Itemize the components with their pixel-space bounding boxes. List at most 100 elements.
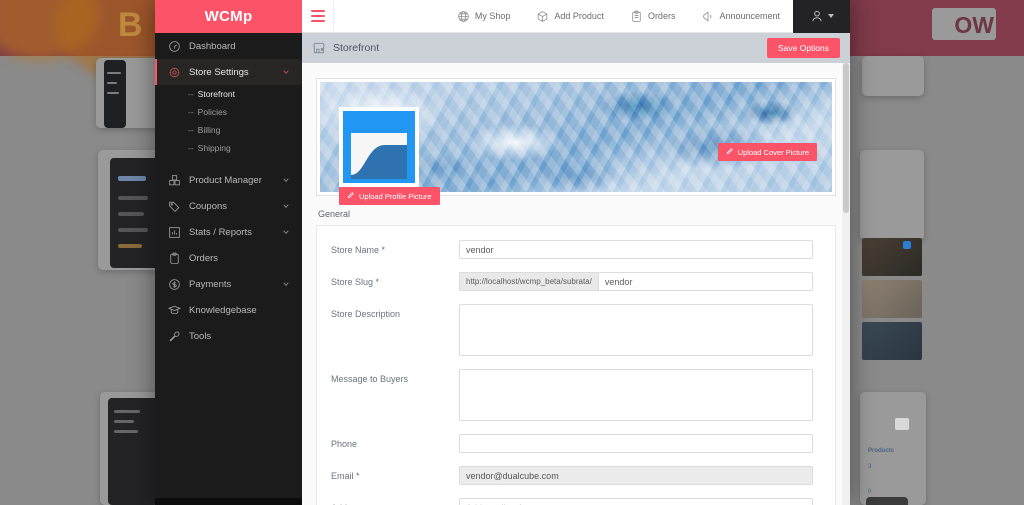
- top-link-label: Announcement: [719, 11, 780, 21]
- sidebar-item-knowledgebase[interactable]: Knowledgebase: [155, 297, 302, 323]
- sidebar-subitem-storefront[interactable]: -- Storefront: [155, 85, 302, 103]
- chevron-down-icon: [282, 68, 290, 76]
- background-line: [895, 418, 909, 430]
- sidebar: WCMp Dashboard Store Settings -- Storefr…: [155, 0, 302, 505]
- address-line-1-input[interactable]: Address line 1: [459, 498, 813, 505]
- gear-icon: [167, 65, 181, 79]
- pencil-icon: [347, 191, 355, 201]
- field-value: vendor: [466, 244, 494, 255]
- sidebar-subitem-billing[interactable]: -- Billing: [155, 121, 302, 139]
- field-label: Store Description: [331, 309, 401, 319]
- sidebar-subitem-policies[interactable]: -- Policies: [155, 103, 302, 121]
- top-link-label: My Shop: [474, 11, 511, 21]
- chevron-down-icon: [827, 14, 834, 18]
- field-label: Email *: [331, 471, 360, 481]
- hamburger-icon[interactable]: [302, 0, 334, 33]
- background-thumbnail-accent: [903, 241, 911, 249]
- chevron-down-icon: [282, 202, 290, 210]
- top-navigation: My Shop Add Product Orders Announcement: [444, 0, 850, 33]
- sidebar-item-product-manager[interactable]: Product Manager: [155, 167, 302, 193]
- background-card-right-1: [862, 56, 924, 96]
- page-title: Storefront: [333, 42, 380, 54]
- dollar-circle-icon: [167, 277, 181, 291]
- sidebar-item-tools[interactable]: Tools: [155, 323, 302, 349]
- background-panel-left-1: [104, 60, 126, 128]
- background-line: [114, 420, 134, 423]
- background-products-label: Products: [868, 448, 895, 454]
- message-to-buyers-textarea[interactable]: [459, 369, 813, 421]
- upload-cover-picture-button[interactable]: Upload Cover Picture: [717, 143, 817, 161]
- chevron-down-icon: [282, 280, 290, 288]
- boxes-icon: [167, 173, 181, 187]
- sidebar-subitem-label: Storefront: [197, 89, 235, 99]
- sidebar-item-payments[interactable]: Payments: [155, 271, 302, 297]
- profile-logo: [343, 111, 415, 183]
- tag-icon: [167, 199, 181, 213]
- sidebar-item-store-settings[interactable]: Store Settings: [155, 59, 302, 85]
- field-label: Store Name *: [331, 245, 386, 255]
- background-line: [118, 212, 144, 216]
- form-row-store-name: Store Name * vendor: [331, 240, 813, 259]
- background-thumbnail-2: [862, 280, 922, 318]
- clipboard-icon: [630, 10, 643, 23]
- background-banner-text: B: [118, 6, 144, 44]
- store-name-input[interactable]: vendor: [459, 240, 813, 259]
- user-icon: [810, 9, 824, 23]
- window-scrollbar[interactable]: [842, 63, 850, 505]
- field-label: Store Slug *: [331, 277, 380, 287]
- content-area: Upload Cover Picture Upload Profile Pict…: [302, 63, 850, 505]
- chevron-down-icon: [282, 228, 290, 236]
- store-slug-prefix: http://localhost/wcmp_beta/subrata/: [459, 272, 598, 291]
- top-link-orders[interactable]: Orders: [617, 0, 689, 33]
- form-row-address: Address Address line 1: [331, 498, 813, 505]
- background-line: [118, 176, 146, 181]
- top-link-label: Add Product: [554, 11, 604, 21]
- sidebar-item-label: Store Settings: [189, 66, 249, 78]
- form-row-email: Email * vendor@dualcube.com: [331, 466, 813, 485]
- wrench-icon: [167, 329, 181, 343]
- cube-icon: [536, 10, 549, 23]
- sidebar-subitem-label: Billing: [197, 125, 221, 135]
- save-options-button[interactable]: Save Options: [766, 38, 840, 58]
- background-card-right-2: [860, 150, 924, 240]
- sidebar-item-orders[interactable]: Orders: [155, 245, 302, 271]
- dashboard-icon: [167, 39, 181, 53]
- pencil-icon: [726, 147, 734, 157]
- app-window: WCMp Dashboard Store Settings -- Storefr…: [155, 0, 850, 505]
- background-products-count-2: 0: [868, 489, 872, 495]
- top-link-add-product[interactable]: Add Product: [523, 0, 617, 33]
- field-label: Message to Buyers: [331, 374, 409, 384]
- sidebar-subitem-label: Shipping: [197, 143, 231, 153]
- background-line: [114, 410, 140, 413]
- sidebar-subitem-shipping[interactable]: -- Shipping: [155, 139, 302, 157]
- sidebar-item-label: Coupons: [189, 200, 228, 212]
- top-bar: My Shop Add Product Orders Announcement: [302, 0, 850, 33]
- email-input[interactable]: vendor@dualcube.com: [459, 466, 813, 485]
- sidebar-item-label: Tools: [189, 330, 212, 342]
- store-slug-input[interactable]: vendor: [597, 272, 813, 291]
- dash-icon: --: [188, 89, 194, 99]
- field-label: Address: [331, 498, 459, 505]
- window-scrollbar-thumb[interactable]: [843, 63, 849, 213]
- phone-input[interactable]: [459, 434, 813, 453]
- section-title-general: General: [318, 209, 351, 219]
- sidebar-item-label: Payments: [189, 278, 232, 290]
- sidebar-item-stats-reports[interactable]: Stats / Reports: [155, 219, 302, 245]
- form-row-message-to-buyers: Message to Buyers: [331, 369, 813, 421]
- top-link-my-shop[interactable]: My Shop: [444, 0, 524, 33]
- storefront-icon: [312, 41, 326, 55]
- brand-logo[interactable]: WCMp: [155, 0, 302, 33]
- background-line: [118, 244, 142, 248]
- upload-profile-picture-button[interactable]: Upload Profile Picture: [339, 187, 440, 205]
- sidebar-item-dashboard[interactable]: Dashboard: [155, 33, 302, 59]
- store-description-textarea[interactable]: [459, 304, 813, 356]
- sidebar-footer: [155, 498, 302, 505]
- page-header: Storefront Save Options: [302, 33, 850, 63]
- user-menu[interactable]: [793, 0, 850, 33]
- background-thumbnail-3: [862, 322, 922, 360]
- store-slug-group: http://localhost/wcmp_beta/subrata/ vend…: [459, 272, 813, 291]
- clipboard-icon: [167, 251, 181, 265]
- form-row-phone: Phone: [331, 434, 813, 453]
- top-link-announcement[interactable]: Announcement: [688, 0, 793, 33]
- sidebar-item-coupons[interactable]: Coupons: [155, 193, 302, 219]
